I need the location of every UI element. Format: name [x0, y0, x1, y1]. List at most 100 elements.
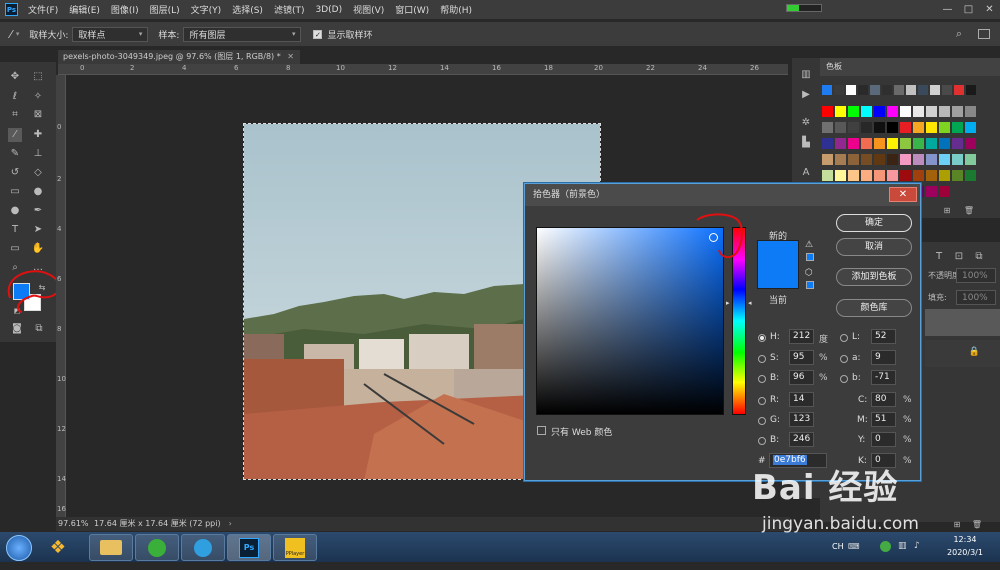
saturation-field[interactable]: 95: [789, 350, 814, 365]
zoom-readout[interactable]: 97.61%: [58, 517, 92, 531]
swatch-cell[interactable]: [882, 85, 892, 95]
volume-icon[interactable]: ♪: [914, 541, 920, 551]
cancel-button[interactable]: 取消: [836, 238, 912, 256]
swatch-cell[interactable]: [926, 186, 937, 197]
fill-field[interactable]: 100%: [956, 290, 996, 305]
tool-preset-dropdown-icon[interactable]: ▾: [16, 30, 20, 38]
green-field[interactable]: 123: [789, 412, 814, 427]
swatch-cell[interactable]: [965, 106, 976, 117]
green-radio[interactable]: [758, 417, 766, 425]
text-layer-filter-icon[interactable]: T: [932, 250, 946, 264]
web-safe-swatch[interactable]: [806, 281, 814, 289]
hue-slider-right-arrow[interactable]: ◂: [748, 299, 752, 307]
workspace-icon[interactable]: [978, 29, 990, 39]
marquee-tool-icon[interactable]: ⬚: [31, 70, 45, 84]
hand-tool-icon[interactable]: ✋: [31, 242, 45, 256]
brightness-field[interactable]: 96: [789, 370, 814, 385]
eyedropper-tool-icon[interactable]: ⁄: [8, 128, 22, 142]
tab-close-icon[interactable]: ✕: [287, 50, 294, 64]
swatch-cell[interactable]: [848, 122, 859, 133]
swatch-cell[interactable]: [848, 170, 859, 181]
swatch-cell[interactable]: [887, 122, 898, 133]
menu-window[interactable]: 窗口(W): [395, 3, 429, 16]
swatch-cell[interactable]: [846, 85, 856, 95]
lightness-field[interactable]: 52: [871, 329, 896, 344]
swatch-cell[interactable]: [965, 122, 976, 133]
swatch-cell[interactable]: [913, 106, 924, 117]
shape-layer-filter-icon[interactable]: ⊡: [952, 250, 966, 264]
add-to-swatches-button[interactable]: 添加到色板: [836, 268, 912, 286]
swatch-cell[interactable]: [887, 138, 898, 149]
blue-radio[interactable]: [758, 437, 766, 445]
magenta-field[interactable]: 51: [871, 412, 896, 427]
swatch-cell[interactable]: [900, 122, 911, 133]
eyedropper-icon[interactable]: ⁄: [10, 28, 12, 41]
yellow-field[interactable]: 0: [871, 432, 896, 447]
language-indicator[interactable]: CH: [832, 542, 844, 551]
swatch-cell[interactable]: [822, 85, 832, 95]
swatch-cell[interactable]: [835, 138, 846, 149]
swatch-cell[interactable]: [848, 154, 859, 165]
swatch-cell[interactable]: [913, 154, 924, 165]
dodge-tool-icon[interactable]: ●: [8, 204, 22, 218]
swatch-cell[interactable]: [930, 85, 940, 95]
screen-mode-icon[interactable]: ⧉: [32, 322, 46, 336]
menu-select[interactable]: 选择(S): [232, 3, 263, 16]
document-tab[interactable]: pexels-photo-3049349.jpeg @ 97.6% (图层 1,…: [58, 50, 300, 64]
frame-tool-icon[interactable]: ⊠: [31, 108, 45, 122]
history-brush-icon[interactable]: ↺: [8, 166, 22, 180]
swatch-cell[interactable]: [822, 154, 833, 165]
swatch-cell[interactable]: [822, 122, 833, 133]
swatch-cell[interactable]: [861, 138, 872, 149]
swatch-cell[interactable]: [874, 122, 885, 133]
minimize-button[interactable]: —: [937, 0, 958, 19]
swatch-cell[interactable]: [913, 138, 924, 149]
stamp-tool-icon[interactable]: ⊥: [31, 147, 45, 161]
cloud-icon[interactable]: [181, 534, 225, 561]
move-tool-icon[interactable]: ✥: [8, 70, 22, 84]
menu-3d[interactable]: 3D(D): [315, 5, 342, 15]
swatch-cell[interactable]: [913, 122, 924, 133]
swatch-cell[interactable]: [952, 138, 963, 149]
color-libraries-button[interactable]: 颜色库: [836, 299, 912, 317]
red-field[interactable]: 14: [789, 392, 814, 407]
swatch-cell[interactable]: [939, 122, 950, 133]
quick-mask-icon[interactable]: ◙: [10, 322, 24, 336]
swatch-cell[interactable]: [874, 106, 885, 117]
swatch-cell[interactable]: [952, 122, 963, 133]
swatch-cell[interactable]: [861, 170, 872, 181]
swatch-cell[interactable]: [835, 170, 846, 181]
b-channel-field[interactable]: -71: [871, 370, 896, 385]
swatch-cell[interactable]: [822, 138, 833, 149]
swatch-cell[interactable]: [861, 122, 872, 133]
sample-select[interactable]: 所有图层 ▾: [183, 26, 302, 42]
swatch-cell[interactable]: [835, 106, 846, 117]
new-swatch-icon[interactable]: ⊞: [940, 204, 954, 218]
swatch-cell[interactable]: [848, 138, 859, 149]
lightness-radio[interactable]: [840, 334, 848, 342]
tray-app-icon[interactable]: [880, 541, 891, 552]
menu-layer[interactable]: 图层(L): [150, 3, 180, 16]
search-icon[interactable]: ⌕: [956, 27, 962, 41]
swatch-cell[interactable]: [870, 85, 880, 95]
swatch-cell[interactable]: [939, 154, 950, 165]
swatch-cell[interactable]: [952, 154, 963, 165]
swatch-cell[interactable]: [861, 106, 872, 117]
photoshop-taskbar-icon[interactable]: Ps: [227, 534, 271, 561]
swatch-cell[interactable]: [835, 154, 846, 165]
layer-row[interactable]: 🔒: [925, 340, 1000, 367]
swatch-cell[interactable]: [939, 170, 950, 181]
sample-size-select[interactable]: 取样点 ▾: [72, 26, 149, 42]
menu-view[interactable]: 视图(V): [353, 3, 384, 16]
swatch-cell[interactable]: [952, 170, 963, 181]
swatch-cell[interactable]: [926, 138, 937, 149]
cyan-field[interactable]: 80: [871, 392, 896, 407]
healing-brush-icon[interactable]: ✚: [31, 128, 45, 142]
current-color-swatch[interactable]: [757, 264, 799, 289]
file-explorer-icon[interactable]: [89, 534, 133, 561]
menu-filter[interactable]: 滤镜(T): [274, 3, 305, 16]
swatch-cell[interactable]: [822, 170, 833, 181]
swatch-cell[interactable]: [952, 106, 963, 117]
type-tool-icon[interactable]: T: [8, 223, 22, 237]
swatch-cell[interactable]: [874, 138, 885, 149]
